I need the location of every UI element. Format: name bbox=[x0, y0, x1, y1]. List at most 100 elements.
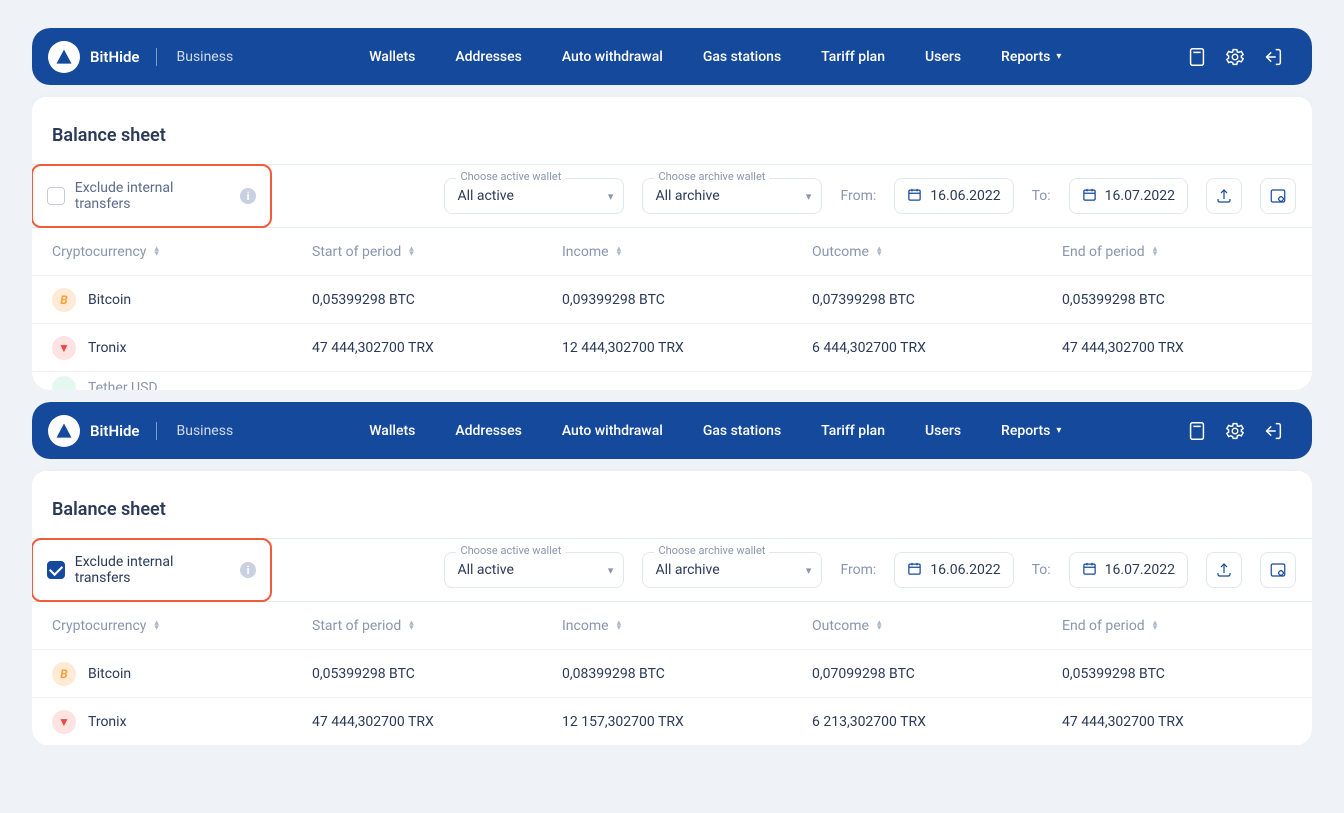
cell-start: 0,05399298 BTC bbox=[312, 292, 562, 308]
page-body: Balance sheet Exclude internal transfers… bbox=[32, 97, 1312, 390]
th-income-label: Income bbox=[562, 618, 609, 634]
th-cryptocurrency-label: Cryptocurrency bbox=[52, 244, 146, 260]
nav-links: Wallets Addresses Auto withdrawal Gas st… bbox=[369, 423, 1061, 439]
coin-cell: ▼ Tronix bbox=[52, 336, 312, 360]
nav-users[interactable]: Users bbox=[925, 49, 961, 65]
settings-icon[interactable] bbox=[1224, 420, 1246, 442]
th-start[interactable]: Start of period▴▾ bbox=[312, 244, 562, 260]
nav-gas-stations[interactable]: Gas stations bbox=[703, 423, 781, 439]
to-label: To: bbox=[1032, 562, 1051, 578]
th-income[interactable]: Income▴▾ bbox=[562, 244, 812, 260]
th-income[interactable]: Income▴▾ bbox=[562, 618, 812, 634]
from-date-value: 16.06.2022 bbox=[930, 188, 1000, 204]
tether-icon bbox=[52, 376, 76, 390]
nav-gas-stations[interactable]: Gas stations bbox=[703, 49, 781, 65]
from-date[interactable]: 16.06.2022 bbox=[894, 552, 1013, 588]
cell-start: 0,05399298 BTC bbox=[312, 666, 562, 682]
from-label: From: bbox=[840, 562, 876, 578]
filter-row: Exclude internal transfers i Choose acti… bbox=[32, 538, 1312, 602]
to-date[interactable]: 16.07.2022 bbox=[1069, 178, 1188, 214]
info-icon[interactable]: i bbox=[240, 562, 256, 578]
nav-auto-withdrawal[interactable]: Auto withdrawal bbox=[562, 49, 663, 65]
th-cryptocurrency[interactable]: Cryptocurrency ▴▾ bbox=[52, 244, 312, 260]
nav-reports[interactable]: Reports▾ bbox=[1001, 49, 1061, 65]
calendar-icon bbox=[1082, 187, 1097, 206]
nav-wallets[interactable]: Wallets bbox=[369, 423, 415, 439]
nav-users[interactable]: Users bbox=[925, 423, 961, 439]
exclude-checkbox-checked[interactable] bbox=[47, 561, 65, 579]
exclude-label: Exclude internal transfers bbox=[75, 180, 230, 212]
coin-name: Bitcoin bbox=[88, 666, 131, 682]
info-icon[interactable]: i bbox=[240, 188, 256, 204]
logout-icon[interactable] bbox=[1262, 420, 1284, 442]
th-income-label: Income bbox=[562, 244, 609, 260]
nav-addresses[interactable]: Addresses bbox=[455, 423, 522, 439]
archive-wallet-select[interactable]: All archive ▾ bbox=[642, 178, 822, 214]
sort-icon: ▴▾ bbox=[154, 247, 159, 257]
page-title: Balance sheet bbox=[32, 117, 1312, 164]
exclude-internal-transfers-cell: Exclude internal transfers i bbox=[32, 164, 272, 228]
nav-wallets[interactable]: Wallets bbox=[369, 49, 415, 65]
cell-end: 0,05399298 BTC bbox=[1062, 666, 1292, 682]
active-wallet-select[interactable]: All active▾ bbox=[444, 178, 624, 214]
coin-name: Tronix bbox=[88, 340, 127, 356]
th-start[interactable]: Start of period▴▾ bbox=[312, 618, 562, 634]
nav-reports-label: Reports bbox=[1001, 423, 1050, 439]
cell-outcome: 6 213,302700 TRX bbox=[812, 714, 1062, 730]
brand: BitHide Business bbox=[48, 415, 233, 447]
th-cryptocurrency-label: Cryptocurrency bbox=[52, 618, 146, 634]
columns-settings-button[interactable] bbox=[1260, 552, 1296, 588]
sort-icon: ▴▾ bbox=[154, 621, 159, 631]
coin-name: Tronix bbox=[88, 714, 127, 730]
navbar: BitHide Business Wallets Addresses Auto … bbox=[32, 402, 1312, 459]
archive-wallet-select[interactable]: All archive ▾ bbox=[642, 552, 822, 588]
logout-icon[interactable] bbox=[1262, 46, 1284, 68]
archive-wallet-value: All archive bbox=[655, 562, 719, 578]
nav-auto-withdrawal[interactable]: Auto withdrawal bbox=[562, 423, 663, 439]
active-wallet-select-wrap: Choose active wallet All active▾ bbox=[444, 178, 624, 214]
brand-name: BitHide bbox=[90, 422, 140, 440]
th-outcome[interactable]: Outcome▴▾ bbox=[812, 244, 1062, 260]
nav-addresses[interactable]: Addresses bbox=[455, 49, 522, 65]
cell-income: 12 157,302700 TRX bbox=[562, 714, 812, 730]
th-outcome[interactable]: Outcome▴▾ bbox=[812, 618, 1062, 634]
chevron-down-icon: ▾ bbox=[1056, 51, 1061, 62]
nav-reports[interactable]: Reports▾ bbox=[1001, 423, 1061, 439]
calculator-icon[interactable] bbox=[1186, 420, 1208, 442]
brand-divider bbox=[156, 48, 157, 66]
to-date-value: 16.07.2022 bbox=[1105, 188, 1175, 204]
archive-wallet-select-wrap: Choose archive wallet All archive▾ bbox=[642, 178, 822, 214]
columns-settings-button[interactable] bbox=[1260, 178, 1296, 214]
th-end[interactable]: End of period▴▾ bbox=[1062, 244, 1292, 260]
export-button[interactable] bbox=[1206, 178, 1242, 214]
app-panel-checked: BitHide Business Wallets Addresses Auto … bbox=[32, 402, 1312, 746]
settings-icon[interactable] bbox=[1224, 46, 1246, 68]
nav-icons bbox=[1186, 420, 1284, 442]
sort-icon: ▴▾ bbox=[877, 247, 882, 257]
from-date[interactable]: 16.06.2022 bbox=[894, 178, 1013, 214]
cell-end: 0,05399298 BTC bbox=[1062, 292, 1292, 308]
nav-tariff-plan[interactable]: Tariff plan bbox=[821, 49, 885, 65]
chevron-down-icon: ▾ bbox=[806, 190, 812, 203]
export-button[interactable] bbox=[1206, 552, 1242, 588]
from-date-value: 16.06.2022 bbox=[930, 562, 1000, 578]
to-date[interactable]: 16.07.2022 bbox=[1069, 552, 1188, 588]
archive-wallet-value: All archive bbox=[655, 188, 719, 204]
active-wallet-select[interactable]: All active▾ bbox=[444, 552, 624, 588]
nav-tariff-plan[interactable]: Tariff plan bbox=[821, 423, 885, 439]
coin-name: Bitcoin bbox=[88, 292, 131, 308]
nav-links: Wallets Addresses Auto withdrawal Gas st… bbox=[369, 49, 1061, 65]
cell-start: 47 444,302700 TRX bbox=[312, 714, 562, 730]
chevron-down-icon: ▾ bbox=[806, 564, 812, 577]
th-end[interactable]: End of period▴▾ bbox=[1062, 618, 1292, 634]
filters: Choose active wallet All active▾ Choose … bbox=[272, 539, 1312, 601]
th-cryptocurrency[interactable]: Cryptocurrency ▴▾ bbox=[52, 618, 312, 634]
th-end-label: End of period bbox=[1062, 618, 1145, 634]
table-header: Cryptocurrency ▴▾ Start of period▴▾ Incom… bbox=[32, 602, 1312, 650]
tronix-icon: ▼ bbox=[52, 336, 76, 360]
exclude-checkbox-unchecked[interactable] bbox=[47, 187, 65, 205]
coin-cell: ▼ Tronix bbox=[52, 710, 312, 734]
tronix-icon: ▼ bbox=[52, 710, 76, 734]
calculator-icon[interactable] bbox=[1186, 46, 1208, 68]
cell-end: 47 444,302700 TRX bbox=[1062, 714, 1292, 730]
